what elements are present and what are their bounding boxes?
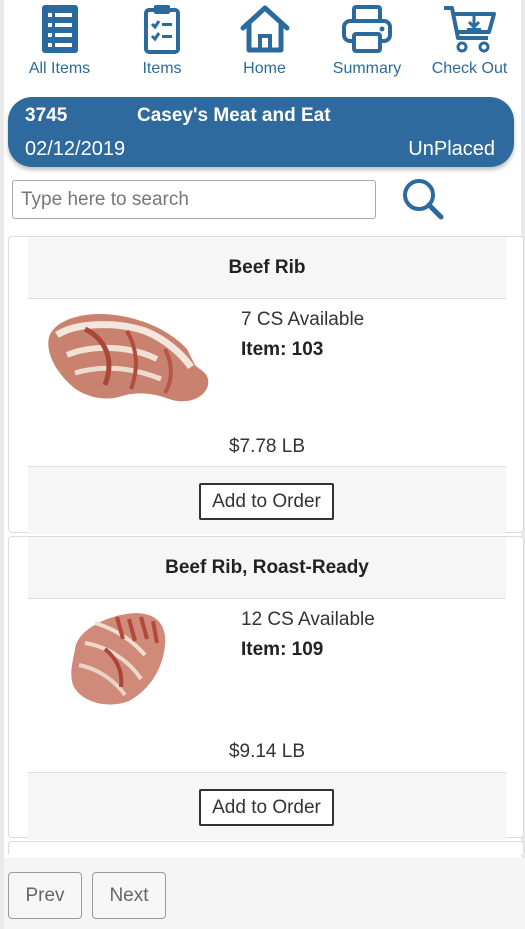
nav-all-items[interactable]: All Items: [12, 4, 107, 78]
order-number: 3745: [25, 105, 68, 126]
product-name: Beef Rib, Roast-Ready: [28, 537, 506, 599]
nav-label: Items: [142, 60, 182, 77]
nav-items[interactable]: Items: [115, 4, 210, 78]
top-nav: All Items Items Home Summary Check Out: [12, 4, 517, 86]
add-to-order-button[interactable]: Add to Order: [199, 483, 334, 520]
product-name: Beef Rib: [28, 237, 506, 299]
cart-download-icon: [442, 4, 498, 54]
nav-home[interactable]: Home: [217, 4, 312, 78]
order-banner: 3745 Casey's Meat and Eat 02/12/2019 UnP…: [8, 97, 514, 167]
product-image: [65, 609, 175, 714]
product-availability: 12 CS Available: [241, 609, 375, 630]
customer-name: Casey's Meat and Eat: [137, 105, 331, 126]
product-footer: Add to Order: [28, 466, 506, 534]
nav-summary[interactable]: Summary: [320, 4, 415, 78]
product-item-number: Item: 109: [241, 639, 324, 660]
printer-icon: [342, 4, 392, 54]
add-to-order-button[interactable]: Add to Order: [199, 789, 334, 826]
product-card-partial: [8, 841, 524, 854]
product-price: $7.78 LB: [228, 436, 306, 457]
next-button[interactable]: Next: [92, 872, 166, 919]
product-footer: Add to Order: [28, 772, 506, 840]
product-image: [45, 309, 215, 414]
search-input[interactable]: [12, 180, 376, 219]
list-icon: [41, 4, 79, 54]
product-card: Beef Rib, Roast-Ready 12 CS Available It…: [8, 536, 524, 840]
order-date: 02/12/2019: [25, 138, 126, 160]
product-availability: 7 CS Available: [241, 309, 365, 330]
pager: Prev Next: [4, 858, 525, 929]
product-price: $9.14 LB: [228, 741, 306, 762]
search-icon[interactable]: [400, 176, 446, 222]
order-status: UnPlaced: [408, 138, 495, 160]
app-frame: All Items Items Home Summary Check Out 3…: [0, 0, 525, 929]
clipboard-check-icon: [143, 4, 181, 54]
home-icon: [239, 4, 291, 54]
product-item-number: Item: 103: [241, 339, 324, 360]
nav-label: Summary: [332, 60, 402, 77]
nav-label: All Items: [28, 60, 91, 77]
product-card: Beef Rib 7 CS Available Item: 103 $7.78 …: [8, 236, 524, 534]
nav-label: Home: [243, 60, 286, 77]
prev-button[interactable]: Prev: [8, 872, 82, 919]
nav-label: Check Out: [431, 60, 508, 77]
nav-check-out[interactable]: Check Out: [422, 4, 517, 78]
product-list[interactable]: Beef Rib 7 CS Available Item: 103 $7.78 …: [8, 234, 524, 854]
